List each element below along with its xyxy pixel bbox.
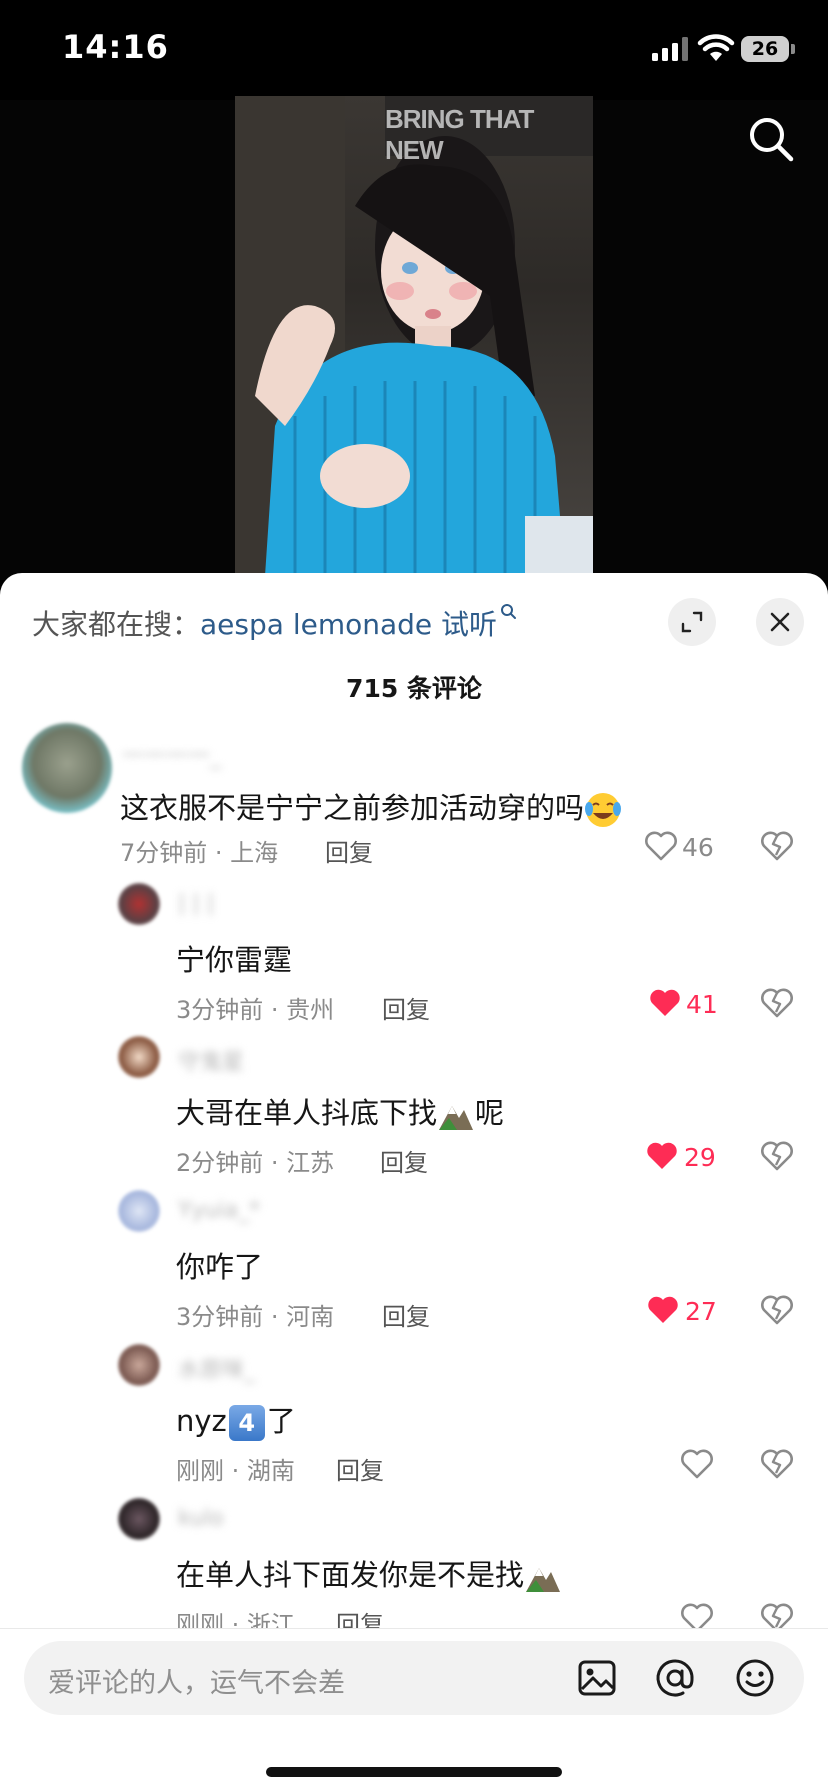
username[interactable]: Yyuia_* — [178, 1198, 260, 1223]
like-count: 29 — [684, 1143, 716, 1172]
video-thumbnail[interactable]: BRING THAT NEW — [235, 96, 593, 576]
comment-text: 宁你雷霆 — [176, 943, 293, 977]
small-search-icon — [501, 604, 517, 619]
like-count: 46 — [682, 833, 714, 862]
search-icon[interactable] — [746, 114, 796, 164]
comment-text-tail: 呢 — [475, 1096, 505, 1130]
comment-meta: 7分钟前 · 上海 — [120, 839, 279, 867]
reply-item: 水原咪_ nyz 4 了 刚刚 · 湖南 回复 — [0, 1344, 828, 1486]
broken-heart-icon[interactable] — [761, 1141, 793, 1171]
like-count: 41 — [686, 990, 718, 1019]
avatar[interactable] — [118, 1190, 160, 1232]
poster-text: BRING THAT NEW — [385, 104, 534, 165]
comment-text: 你咋了 — [176, 1250, 264, 1284]
reply-item: 守鬼星 大哥在单人抖底下找 呢 2分钟前 · 江苏 回复 29 — [0, 1036, 828, 1178]
hot-search-label: 大家都在搜： — [32, 608, 201, 641]
reply-button[interactable]: 回复 — [336, 1451, 384, 1486]
comment-text-tail: 了 — [266, 1404, 296, 1438]
username[interactable]: | | | — [178, 891, 214, 916]
close-button[interactable] — [756, 598, 804, 646]
username[interactable]: 守鬼星 — [178, 1044, 244, 1076]
reply-item: | | | 宁你雷霆 3分钟前 · 贵州 回复 41 — [0, 883, 828, 1025]
avatar[interactable] — [118, 883, 160, 925]
comment-input-area: 爱评论的人，运气不会差 — [0, 1628, 828, 1792]
hot-search-bar[interactable]: 大家都在搜：aespa lemonade 试听 — [32, 603, 517, 643]
reply-button[interactable]: 回复 — [382, 990, 430, 1025]
comment-meta: 刚刚 · 湖南 — [176, 1457, 295, 1485]
username[interactable]: 水原咪_ — [178, 1352, 255, 1384]
avatar[interactable] — [118, 1036, 160, 1078]
like-count: 27 — [685, 1297, 717, 1326]
comment-count: 715 条评论 — [346, 674, 482, 703]
hot-search-term[interactable]: aespa lemonade 试听 — [200, 608, 497, 641]
wifi-icon — [697, 34, 735, 61]
close-icon — [770, 612, 790, 632]
expand-button[interactable] — [668, 598, 716, 646]
comment-text: 在单人抖下面发你是不是找 — [176, 1552, 562, 1594]
comment-text: 这衣服不是宁宁之前参加活动穿的吗 — [120, 785, 622, 829]
heart-icon[interactable] — [645, 1141, 679, 1171]
username[interactable]: 一一一一_ — [122, 738, 221, 770]
username[interactable]: kulo — [178, 1506, 224, 1531]
reply-button[interactable]: 回复 — [380, 1143, 428, 1178]
avatar[interactable] — [118, 1498, 160, 1540]
image-icon[interactable] — [576, 1657, 618, 1699]
battery-icon: 26 — [741, 36, 795, 62]
comment-input[interactable]: 爱评论的人，运气不会差 — [24, 1641, 804, 1715]
reply-item: kulo 在单人抖下面发你是不是找 刚刚 · 浙江 回复 — [0, 1498, 828, 1639]
battery-level: 26 — [741, 36, 789, 62]
mountain-emoji-icon — [526, 1568, 561, 1592]
heart-icon[interactable] — [648, 988, 682, 1018]
broken-heart-icon[interactable] — [761, 988, 793, 1018]
heart-icon[interactable] — [646, 1295, 680, 1325]
comment-sheet: 大家都在搜：aespa lemonade 试听 715 条评论 一一一一_ 这衣… — [0, 573, 828, 1792]
keycap-emoji-icon: 4 — [228, 1405, 265, 1441]
comment-text: nyz 4 了 — [176, 1398, 296, 1441]
at-icon[interactable] — [654, 1657, 696, 1699]
reply-button[interactable]: 回复 — [382, 1297, 430, 1332]
reply-button[interactable]: 回复 — [325, 833, 373, 868]
comment-text-body: 在单人抖下面发你是不是找 — [176, 1558, 525, 1592]
broken-heart-icon[interactable] — [761, 1449, 793, 1479]
avatar[interactable] — [118, 1344, 160, 1386]
comment-meta: 3分钟前 · 河南 — [176, 1303, 335, 1331]
video-player[interactable]: BRING THAT NEW — [0, 96, 828, 580]
broken-heart-icon[interactable] — [761, 831, 793, 861]
expand-icon — [681, 611, 703, 633]
heart-icon[interactable] — [680, 1449, 714, 1479]
comment-text-body: 大哥在单人抖底下找 — [176, 1096, 438, 1130]
comment-meta: 2分钟前 · 江苏 — [176, 1149, 335, 1177]
comment-text-body: 这衣服不是宁宁之前参加活动穿的吗 — [120, 791, 585, 825]
mountain-emoji-icon — [439, 1106, 474, 1130]
home-indicator — [266, 1767, 562, 1777]
comment-meta: 3分钟前 · 贵州 — [176, 996, 335, 1024]
crying-laughing-emoji-icon — [585, 793, 622, 827]
heart-icon[interactable] — [644, 831, 678, 861]
status-time: 14:16 — [62, 28, 169, 66]
status-bar: 14:16 26 — [0, 0, 828, 100]
comment-text: 大哥在单人抖底下找 呢 — [176, 1090, 504, 1132]
broken-heart-icon[interactable] — [761, 1295, 793, 1325]
comment-item: 一一一一_ 这衣服不是宁宁之前参加活动穿的吗 7分钟前 · 上海 回复 46 — [0, 723, 828, 867]
signal-icon — [652, 37, 688, 61]
smiley-icon[interactable] — [734, 1657, 776, 1699]
person-illustration — [235, 96, 593, 576]
comment-text-body: nyz — [176, 1404, 227, 1438]
comment-input-placeholder: 爱评论的人，运气不会差 — [48, 1668, 345, 1699]
reply-item: Yyuia_* 你咋了 3分钟前 · 河南 回复 27 — [0, 1190, 828, 1332]
avatar[interactable] — [22, 723, 112, 813]
